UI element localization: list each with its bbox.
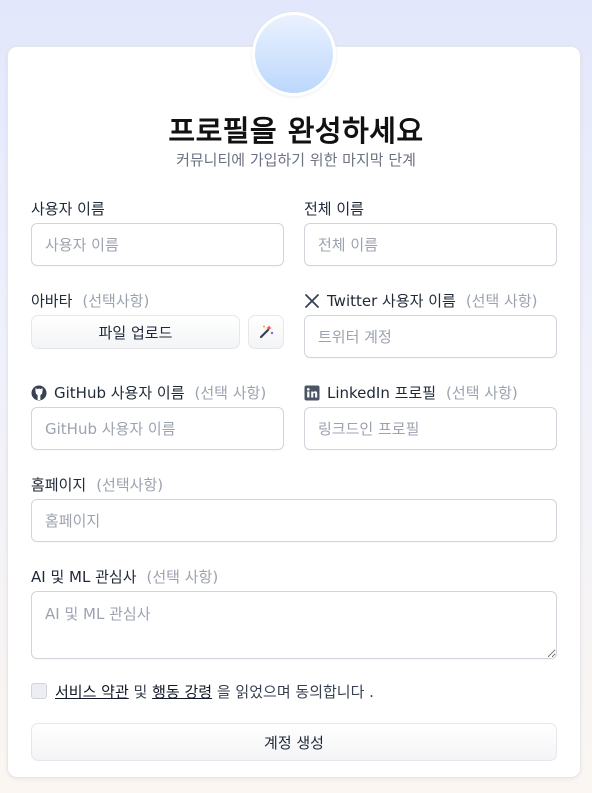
generate-avatar-button[interactable] [248, 315, 284, 349]
terms-link[interactable]: 서비스 약관 [55, 683, 129, 701]
fullname-label: 전체 이름 [304, 200, 364, 218]
page-subtitle: 커뮤니티에 가입하기 위한 마지막 단계 [176, 151, 416, 169]
x-logo-icon [304, 293, 320, 309]
fullname-input[interactable] [304, 223, 557, 266]
avatar-label: 아바타 (선택사항) [31, 292, 150, 310]
create-account-button[interactable]: 계정 생성 [31, 723, 557, 761]
linkedin-icon [304, 385, 320, 401]
github-input[interactable] [31, 407, 284, 450]
homepage-input[interactable] [31, 499, 557, 542]
avatar-placeholder [252, 12, 336, 96]
interests-label: AI 및 ML 관심사 (선택 사항) [31, 568, 219, 586]
username-label: 사용자 이름 [31, 200, 105, 218]
username-input[interactable] [31, 223, 284, 266]
magic-wand-icon [258, 324, 274, 340]
github-label: GitHub 사용자 이름 (선택 사항) [31, 382, 266, 403]
github-icon [31, 385, 47, 401]
twitter-input[interactable] [304, 315, 557, 358]
linkedin-input[interactable] [304, 407, 557, 450]
twitter-label: Twitter 사용자 이름 (선택 사항) [304, 290, 538, 311]
agreement-checkbox[interactable] [31, 683, 47, 699]
homepage-label: 홈페이지 (선택사항) [31, 476, 164, 494]
upload-file-button[interactable]: 파일 업로드 [31, 315, 240, 349]
interests-textarea[interactable] [31, 591, 557, 659]
linkedin-label: LinkedIn 프로필 (선택 사항) [304, 382, 518, 403]
conduct-link[interactable]: 행동 강령 [152, 683, 212, 701]
agreement-text: 서비스 약관 및 행동 강령 을 읽었으며 동의합니다 . [55, 683, 374, 701]
page-title: 프로필을 완성하세요 [168, 114, 424, 148]
